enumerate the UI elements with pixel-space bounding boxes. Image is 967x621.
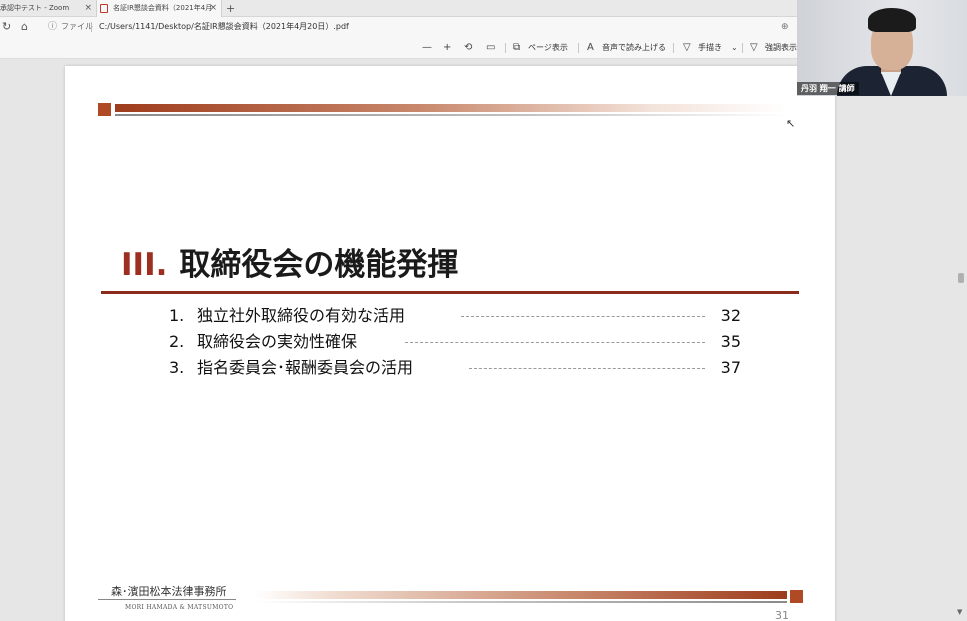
footer-gradient-bar bbox=[255, 591, 787, 599]
toc-entry: 3. 指名委員会･報酬委員会の活用 37 bbox=[169, 357, 741, 379]
toolbar-divider bbox=[742, 43, 743, 53]
rotate-icon[interactable]: ⟲ bbox=[464, 40, 472, 56]
scrollbar-thumb[interactable] bbox=[958, 273, 964, 283]
toc-page: 32 bbox=[720, 306, 741, 325]
logo-divider bbox=[98, 599, 236, 600]
page-view-button[interactable]: ページ表示 bbox=[528, 40, 568, 56]
toolbar-divider bbox=[578, 43, 579, 53]
highlight-icon: ▽ bbox=[750, 42, 758, 53]
toc-page: 37 bbox=[720, 358, 741, 377]
new-tab-button[interactable]: + bbox=[226, 0, 235, 17]
address-url[interactable]: C:/Users/1141/Desktop/名証IR懇談会資料（2021年4月2… bbox=[99, 19, 349, 35]
home-icon[interactable]: ⌂ bbox=[21, 19, 28, 35]
toc-entry: 1. 独立社外取締役の有効な活用 32 bbox=[169, 305, 741, 327]
mouse-cursor-icon: ↖ bbox=[786, 117, 796, 130]
address-divider bbox=[91, 22, 92, 32]
pdf-page: III. 取締役会の機能発揮 1. 独立社外取締役の有効な活用 32 2. 取締役… bbox=[65, 66, 835, 621]
read-aloud-button[interactable]: 音声で読み上げる bbox=[602, 40, 666, 56]
tab-title: 承認中テスト - Zoom bbox=[0, 4, 70, 12]
address-scheme-label: ファイル bbox=[61, 22, 93, 31]
section-heading: III. 取締役会の機能発揮 bbox=[121, 246, 458, 284]
info-icon[interactable]: ⓘ bbox=[48, 19, 57, 35]
page-number: 31 bbox=[775, 609, 789, 621]
toc-number: 1. bbox=[169, 306, 185, 325]
toc-number: 3. bbox=[169, 358, 185, 377]
toc-leader-dots bbox=[461, 316, 705, 317]
pdf-file-icon bbox=[100, 4, 108, 13]
zoom-out-button[interactable]: — bbox=[422, 40, 432, 56]
firm-logo-japanese: 森･濱田松本法律事務所 bbox=[111, 585, 227, 598]
toolbar-divider bbox=[673, 43, 674, 53]
footer-accent-square bbox=[790, 590, 803, 603]
toolbar-divider bbox=[505, 43, 506, 53]
toc-leader-dots bbox=[469, 368, 705, 369]
draw-icon: ▽ bbox=[683, 42, 691, 53]
section-title: 取締役会の機能発揮 bbox=[179, 247, 459, 283]
zoom-icon[interactable]: ⊕ bbox=[781, 19, 789, 35]
video-tile[interactable]: 丹羽 翔一 講師 bbox=[797, 0, 967, 96]
scroll-down-icon[interactable]: ▼ bbox=[957, 608, 962, 616]
tab-close-icon[interactable]: × bbox=[84, 0, 92, 17]
title-underline bbox=[101, 291, 799, 294]
read-aloud-icon: A bbox=[587, 42, 594, 53]
tab-title: 名証IR懇談会資料（2021年4月 bbox=[113, 4, 213, 12]
tab-zoom[interactable]: 承認中テスト - Zoom × bbox=[0, 0, 96, 17]
toc-title: 取締役会の実効性確保 bbox=[197, 332, 358, 351]
toc-number: 2. bbox=[169, 332, 185, 351]
footer-gray-line bbox=[255, 601, 787, 603]
header-gray-line bbox=[115, 114, 787, 116]
firm-logo-english: MORI HAMADA & MATSUMOTO bbox=[125, 604, 234, 611]
participant-hair bbox=[868, 8, 916, 32]
toc-title: 指名委員会･報酬委員会の活用 bbox=[197, 358, 414, 377]
toc-entry: 2. 取締役会の実効性確保 35 bbox=[169, 331, 741, 353]
refresh-icon[interactable]: ↻ bbox=[2, 19, 11, 35]
section-number: III. bbox=[121, 247, 168, 283]
tab-pdf-document[interactable]: 名証IR懇談会資料（2021年4月 × bbox=[96, 0, 222, 17]
participant-name-label: 丹羽 翔一 講師 bbox=[797, 82, 859, 95]
toc-title: 独立社外取締役の有効な活用 bbox=[197, 306, 406, 325]
zoom-in-button[interactable]: + bbox=[443, 40, 451, 56]
header-accent-square bbox=[98, 103, 111, 116]
header-gradient-bar bbox=[115, 104, 787, 112]
tab-close-icon[interactable]: × bbox=[209, 0, 217, 17]
page-view-icon: ⧉ bbox=[513, 42, 521, 53]
draw-button[interactable]: 手描き bbox=[698, 40, 722, 56]
highlight-button[interactable]: 強調表示 bbox=[765, 40, 797, 56]
toc-leader-dots bbox=[405, 342, 705, 343]
chevron-down-icon[interactable]: ⌄ bbox=[731, 40, 738, 56]
fit-page-icon[interactable]: ▭ bbox=[486, 40, 495, 56]
toc-page: 35 bbox=[720, 332, 741, 351]
